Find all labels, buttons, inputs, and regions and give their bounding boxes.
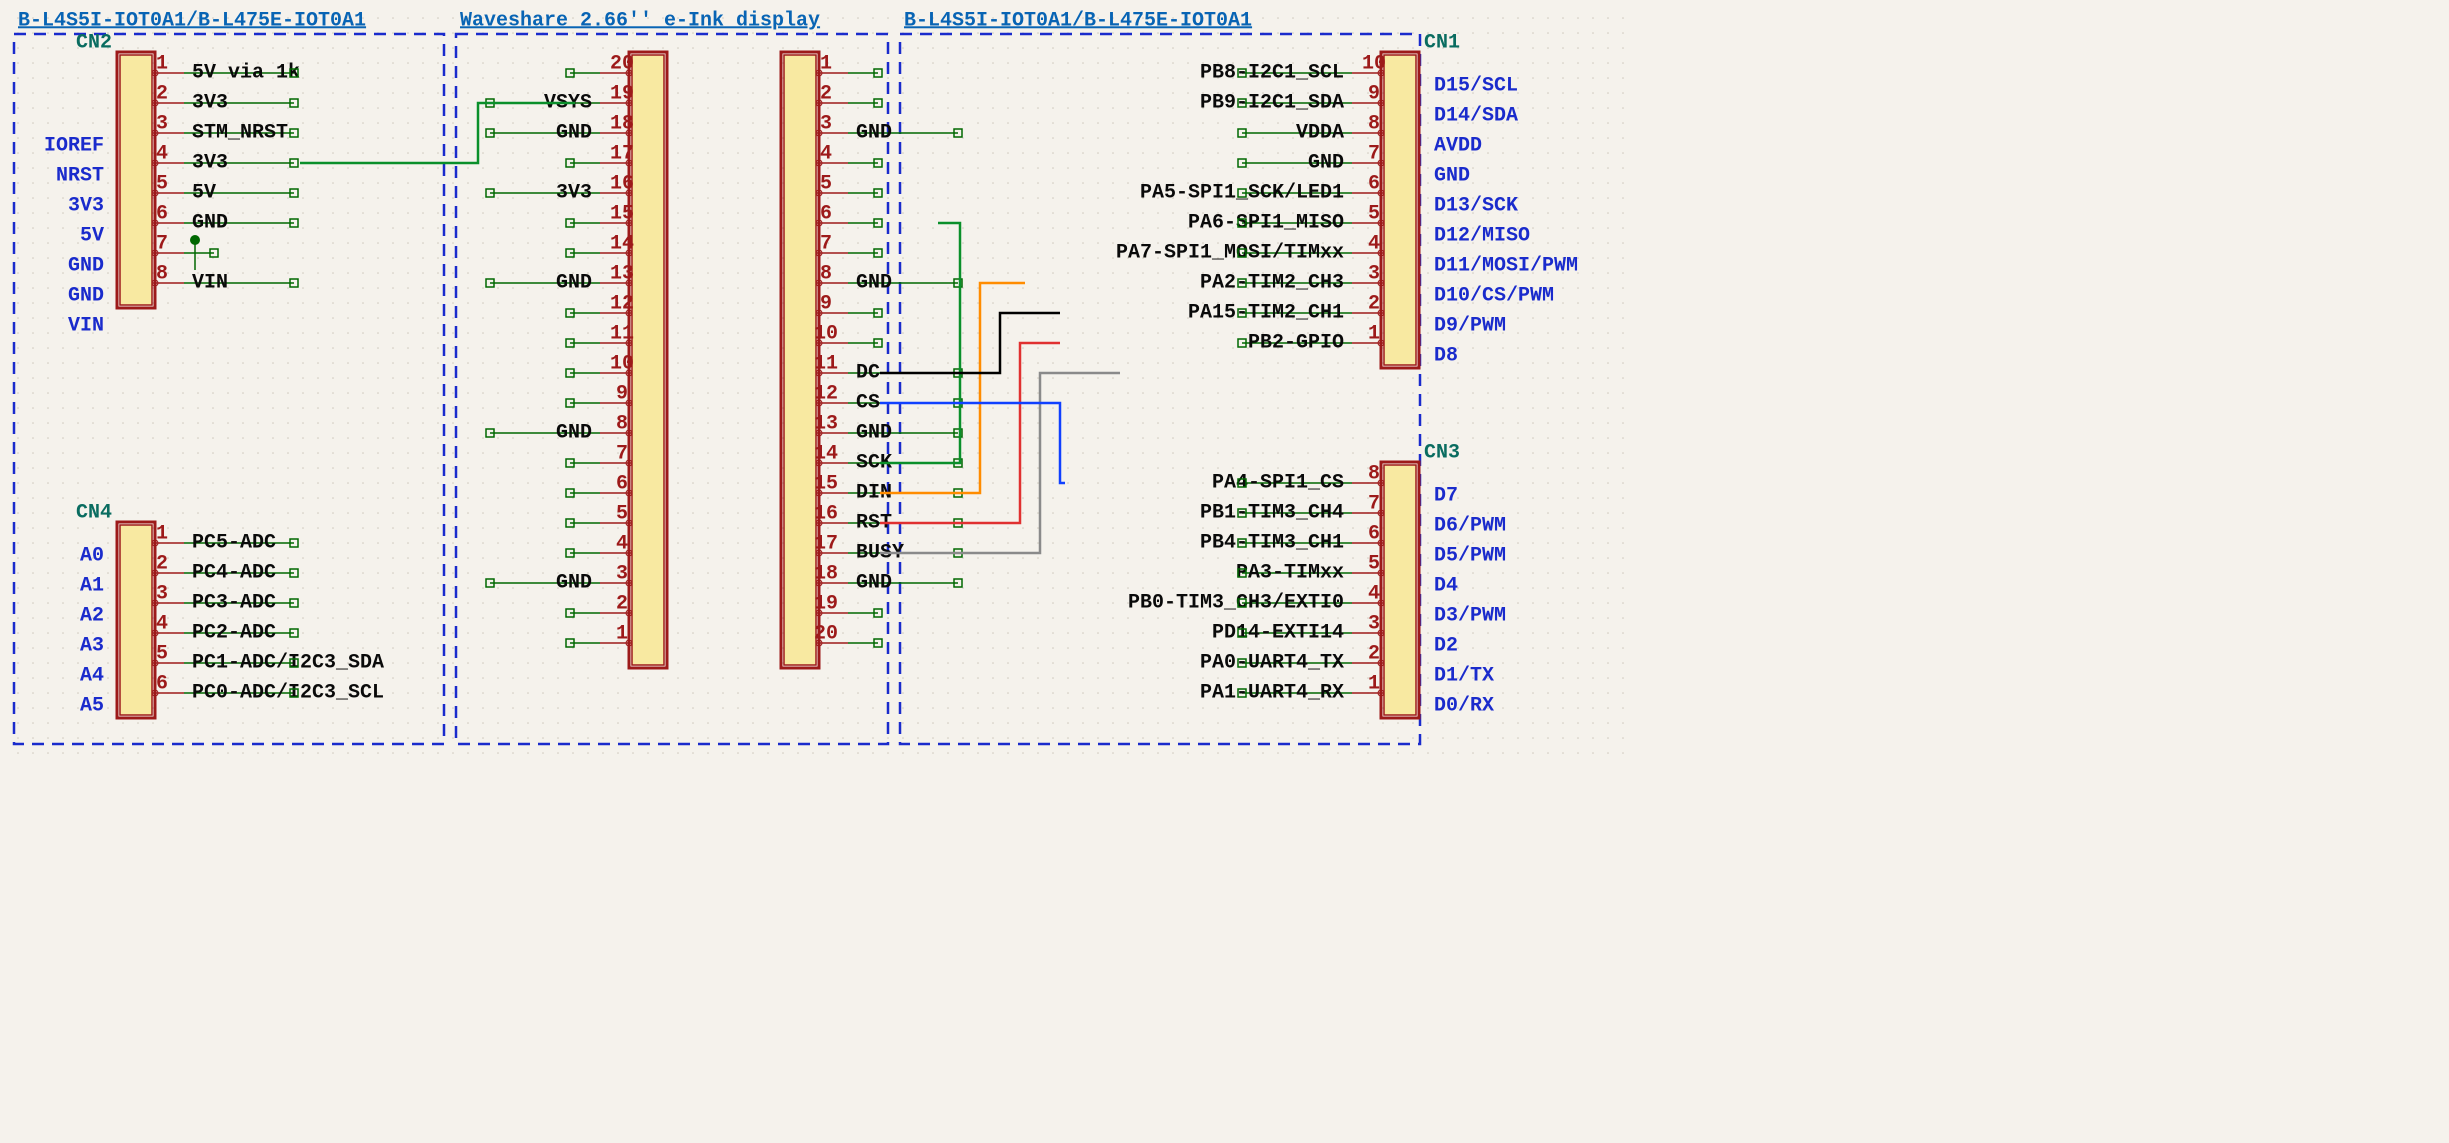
schematic-canvas: B-L4S5I-IOT0A1/B-L475E-IOT0A1Waveshare 2… xyxy=(0,0,1633,762)
CN1-body xyxy=(1384,55,1416,365)
CN4-body xyxy=(120,525,152,715)
CN2-body xyxy=(120,55,152,305)
MID_R-body xyxy=(784,55,816,665)
CN3-body xyxy=(1384,465,1416,715)
MID_L-body xyxy=(632,55,664,665)
